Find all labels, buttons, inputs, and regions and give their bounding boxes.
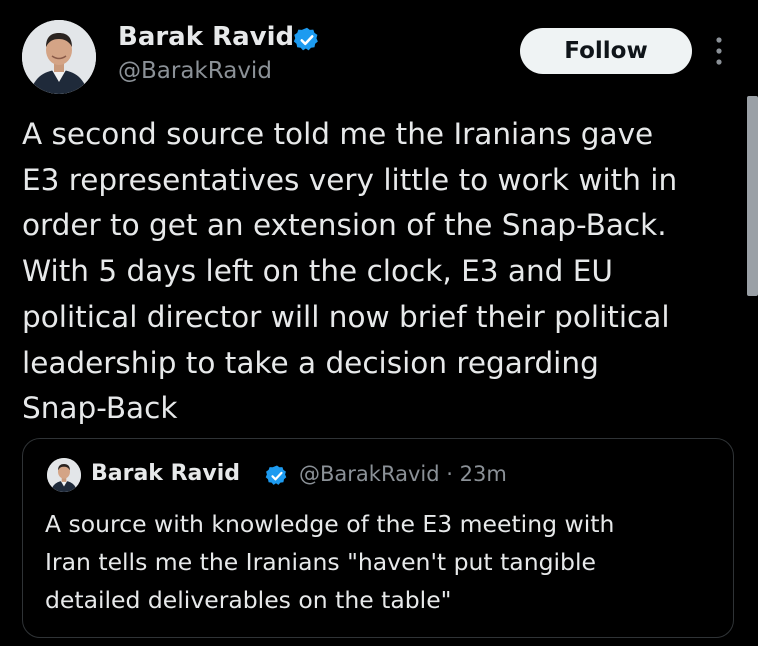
quoted-tweet-time: 23m [459,462,507,486]
scrollbar[interactable] [747,96,758,296]
author-avatar[interactable] [22,20,96,94]
quoted-tweet-text: A source with knowledge of the E3 meetin… [45,505,715,619]
quoted-text-line: A source with knowledge of the E3 meetin… [45,510,615,538]
quoted-tweet-meta: @BarakRavid · 23m [299,462,507,486]
tweet-text-line: Snap-Back [22,391,178,426]
tweet-text-line: A second source told me the Iranians gav… [22,117,654,151]
tweet-text-line: E3 representatives very little to work w… [22,162,678,197]
quoted-author-handle: @BarakRavid [299,462,440,486]
quoted-text-line: Iran tells me the Iranians "haven't put … [45,548,596,576]
author-name[interactable]: Barak Ravid [118,22,294,52]
follow-button[interactable]: Follow [520,28,692,74]
verified-badge-icon [265,465,287,485]
more-vertical-icon[interactable] [712,34,726,68]
tweet-text-line: With 5 days left on the clock, E3 and EU [22,254,613,289]
tweet-text-line: political director will now brief their … [22,299,670,334]
quoted-tweet-card[interactable]: Barak Ravid @BarakRavid · 23m A source w… [22,438,734,638]
quoted-author-name: Barak Ravid [91,461,241,486]
verified-badge-icon [293,27,318,51]
quoted-author-avatar [47,458,81,492]
tweet-text-line: leadership to take a decision regarding [22,345,599,380]
author-handle[interactable]: @BarakRavid [118,58,272,84]
tweet-text: A second source told me the Iranians gav… [22,112,742,432]
tweet-text-line: order to get an extension of the Snap-Ba… [22,208,667,243]
quoted-text-line: detailed deliverables on the table" [45,586,452,614]
meta-separator: · [446,462,453,486]
